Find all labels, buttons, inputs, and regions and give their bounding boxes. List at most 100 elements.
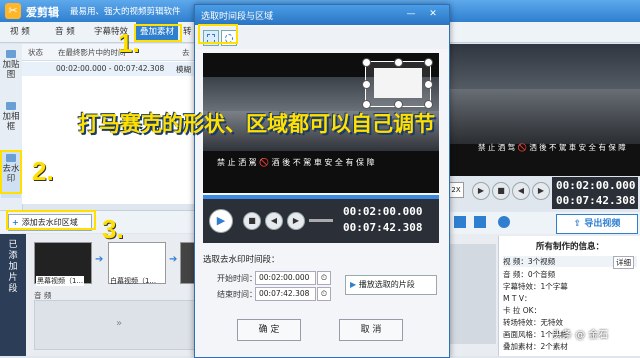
total-time: 00:07:42.308 <box>556 194 636 207</box>
app-slogan: 最易用、强大的视频剪辑软件 <box>70 7 181 17</box>
end-time-label: 结束时间： <box>217 290 257 299</box>
arrow-right-icon: ➔ <box>169 254 178 265</box>
info-key: 音 频： <box>503 270 528 279</box>
road-area <box>448 89 640 144</box>
resize-handle[interactable] <box>424 58 433 67</box>
info-key: M T V： <box>503 294 532 303</box>
row-time: 00:02:00.000 - 00:07:42.308 <box>56 64 165 73</box>
info-row-karaoke: 卡 拉 OK： <box>503 305 541 316</box>
section-label: 选取去水印时间段： <box>203 255 280 265</box>
tab-transition[interactable]: 转 <box>183 22 192 42</box>
added-clips-side-tab[interactable]: 已添加片段 <box>0 234 26 356</box>
details-button[interactable]: 详细 <box>613 256 634 269</box>
info-key: 字幕特效： <box>503 282 541 291</box>
current-time: 00:02:00.000 <box>343 205 423 218</box>
info-row-subtitle: 字幕特效：1个字幕 <box>503 281 568 292</box>
resize-handle[interactable] <box>362 58 371 67</box>
info-key: 画面风格： <box>503 330 541 339</box>
highlight-box-tools <box>198 24 238 44</box>
close-icon[interactable]: ✕ <box>427 9 439 20</box>
main-preview-video: 禁 止 洒 驾 🚫 洒 後 不 駕 車 安 全 有 保 障 <box>448 44 640 176</box>
stop-icon[interactable]: ■ <box>243 212 261 230</box>
mosaic-selection-box[interactable] <box>362 58 433 109</box>
next-frame-icon[interactable]: ▶ <box>287 212 305 230</box>
highlight-box-sidebar <box>0 150 22 194</box>
next-frame-icon[interactable]: ▶ <box>532 182 550 200</box>
table-row[interactable]: 00:02:00.000 - 00:07:42.308 模糊 <box>22 62 194 76</box>
resize-handle[interactable] <box>394 58 403 67</box>
left-sidebar: 加贴图 加相框 去水印 <box>0 44 23 234</box>
info-key: 视 频： <box>503 257 528 266</box>
folder-icon[interactable] <box>454 216 466 228</box>
export-video-button[interactable]: ⇪ 导出视频 <box>556 214 638 234</box>
ok-button[interactable]: 确 定 <box>237 319 301 341</box>
video-subtitle: 禁 止 洒 駕 🚫 酒 後 不 駕 車 安 全 有 保 障 <box>217 158 375 167</box>
dialog-player-controls: ▶ ■ ◀ ▶ 00:02:00.000 00:07:42.308 <box>203 195 439 243</box>
resize-handle[interactable] <box>424 80 433 89</box>
sidebar-item-frame[interactable]: 加相框 <box>1 100 21 146</box>
list-header: 状态 在最终影片中的时间 去 <box>22 44 194 61</box>
clock-icon[interactable]: ⏲ <box>317 271 331 285</box>
info-value: 3个视频 <box>527 257 556 266</box>
row-type: 模糊 <box>176 65 191 74</box>
info-key: 叠加素材： <box>503 342 541 351</box>
save-icon[interactable] <box>474 216 486 228</box>
cancel-button[interactable]: 取 消 <box>339 319 403 341</box>
volume-slider[interactable] <box>309 219 333 222</box>
info-value: 2个素材 <box>540 342 568 351</box>
start-time-label: 开始时间： <box>217 274 257 283</box>
play-selected-button[interactable]: ▶ 播放选取的片段 <box>345 275 437 295</box>
current-time: 00:02:00.000 <box>556 179 636 192</box>
speed-button[interactable]: 2X <box>448 182 464 198</box>
info-value: 0个音频 <box>527 270 556 279</box>
watermark-text: 头条 @ 金石 <box>552 330 609 341</box>
info-key: 卡 拉 OK： <box>503 306 542 315</box>
select-time-region-dialog: 选取时间段与区域 — ✕ 禁 止 洒 駕 🚫 酒 後 不 駕 車 安 全 有 保… <box>194 4 450 358</box>
info-row-audio: 音 频：0个音频 <box>503 269 555 280</box>
start-time-input[interactable]: 00:02:00.000 <box>255 271 316 285</box>
step-number-2: 2. <box>32 156 54 186</box>
time-display: 00:02:00.000 00:07:42.308 <box>552 177 638 209</box>
audio-track[interactable] <box>34 300 196 350</box>
info-row-mtv: M T V： <box>503 293 531 304</box>
end-time-input[interactable]: 00:07:42.308 <box>255 287 316 301</box>
play-icon[interactable]: ▶ <box>209 209 233 233</box>
export-icon: ⇪ <box>573 219 585 229</box>
arrow-right-icon: ➔ <box>95 254 104 265</box>
app-name: 爱剪辑 <box>26 6 59 19</box>
side-tab-label: 已添加片段 <box>8 240 18 294</box>
resize-handle[interactable] <box>362 80 371 89</box>
sidebar-item-label: 加贴图 <box>2 60 20 80</box>
step-number-3: 3. <box>102 214 124 244</box>
column-header-time: 在最终影片中的时间 <box>58 48 126 57</box>
minimize-icon[interactable]: — <box>405 9 417 20</box>
info-row-video: 视 频：3个视频 详细 <box>503 256 637 269</box>
column-header-status: 状态 <box>28 48 43 57</box>
tab-video[interactable]: 视 频 <box>10 22 30 42</box>
tab-audio[interactable]: 音 频 <box>55 22 75 42</box>
play-icon[interactable]: ▶ <box>472 182 490 200</box>
clip-label: 白幕视频（1... <box>110 277 157 285</box>
info-key: 转场特效： <box>503 318 541 327</box>
prev-frame-icon[interactable]: ◀ <box>512 182 530 200</box>
share-icon[interactable] <box>498 216 510 228</box>
prev-frame-icon[interactable]: ◀ <box>265 212 283 230</box>
seek-bar[interactable] <box>203 195 439 199</box>
total-time: 00:07:42.308 <box>343 221 423 234</box>
annotation-caption: 打马赛克的形状、区域都可以自己调节 <box>78 112 435 136</box>
play-icon: ▶ <box>350 280 359 289</box>
export-label: 导出视频 <box>584 219 621 229</box>
info-title: 所有制作的信息： <box>535 242 604 252</box>
mosaic-fill <box>374 68 422 98</box>
clock-icon[interactable]: ⏲ <box>317 287 331 301</box>
sidebar-item-sticker[interactable]: 加贴图 <box>1 48 21 94</box>
column-header-type: 去 <box>182 48 190 57</box>
step-number-1: 1. <box>118 28 140 58</box>
sky-area <box>448 44 640 89</box>
stop-icon[interactable]: ■ <box>492 182 510 200</box>
double-chevron-icon: » <box>116 318 123 329</box>
clip-label: 黑幕视频（1... <box>36 276 85 286</box>
highlight-box-tab <box>134 24 182 42</box>
sidebar-item-label: 加相框 <box>2 112 20 132</box>
info-row-overlay: 叠加素材：2个素材 <box>503 341 568 352</box>
